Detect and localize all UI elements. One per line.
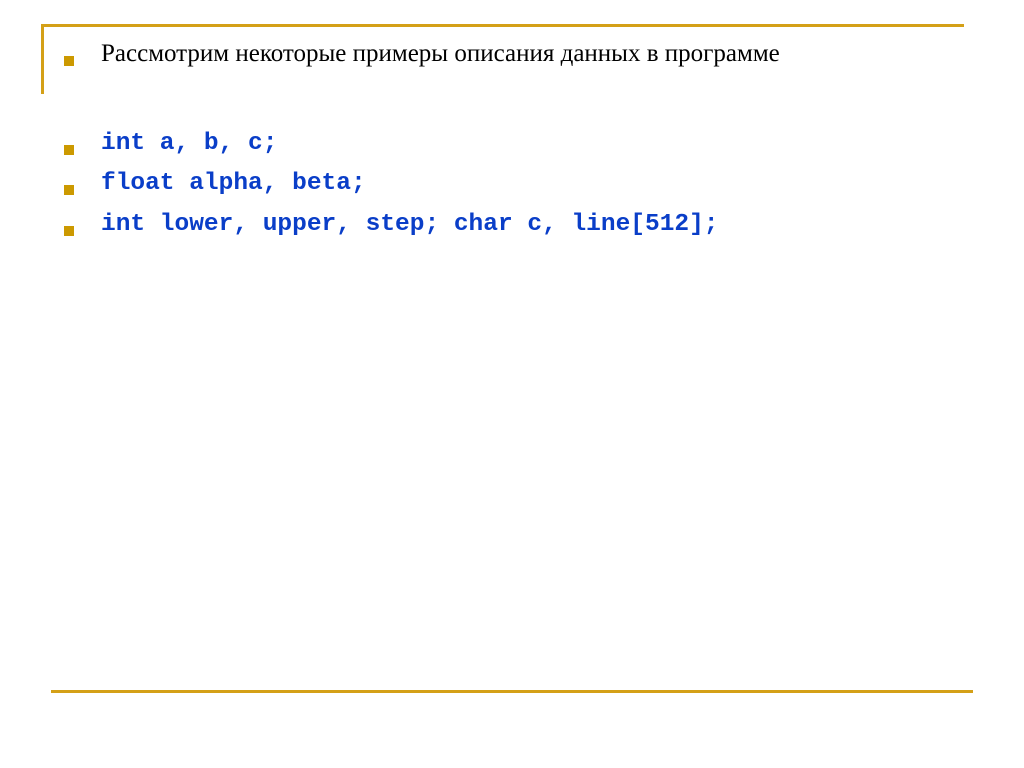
top-rule (42, 24, 964, 27)
code-line: float alpha, beta; (101, 170, 366, 197)
code-line: int lower, upper, step; char c, line[512… (101, 211, 719, 238)
square-bullet-icon (64, 145, 74, 155)
code-bullet-item: int a, b, c; (64, 130, 277, 157)
intro-text: Рассмотрим некоторые примеры описания да… (101, 40, 780, 67)
left-rule (41, 24, 44, 94)
code-line: int a, b, c; (101, 130, 278, 157)
intro-bullet-item: Рассмотрим некоторые примеры описания да… (64, 40, 780, 67)
square-bullet-icon (64, 226, 74, 236)
code-bullet-item: int lower, upper, step; char c, line[512… (64, 211, 719, 238)
square-bullet-icon (64, 185, 74, 195)
bottom-rule (51, 690, 973, 693)
code-bullet-item: float alpha, beta; (64, 170, 366, 197)
square-bullet-icon (64, 56, 74, 66)
